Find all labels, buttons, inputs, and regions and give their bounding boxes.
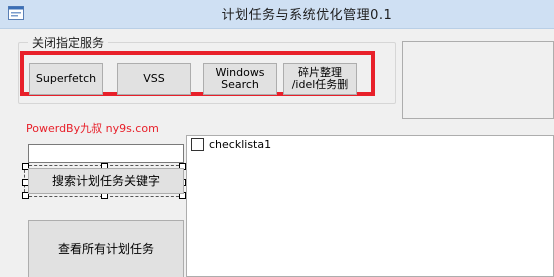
checkbox[interactable] [191, 138, 204, 151]
search-input[interactable] [28, 144, 184, 163]
task-checklist[interactable]: checklista1 [186, 135, 554, 277]
credit-label: PowerdBy九叔 ny9s.com [26, 122, 159, 135]
search-keyword-button[interactable]: 搜索计划任务关键字 [28, 168, 184, 194]
services-group-title: 关闭指定服务 [28, 34, 109, 51]
superfetch-button[interactable]: Superfetch [29, 63, 103, 95]
window-title: 计划任务与系统优化管理0.1 [221, 8, 393, 23]
right-panel [402, 41, 554, 119]
list-item[interactable]: checklista1 [191, 138, 271, 151]
windows-search-button[interactable]: Windows Search [203, 63, 277, 95]
title-bar: 计划任务与系统优化管理0.1 [0, 0, 554, 29]
vss-button[interactable]: VSS [117, 63, 191, 95]
list-item-label: checklista1 [209, 138, 272, 151]
defrag-idle-task-button[interactable]: 碎片整理 /idel任务删 [283, 63, 357, 95]
view-all-tasks-button[interactable]: 查看所有计划任务 [28, 220, 184, 277]
